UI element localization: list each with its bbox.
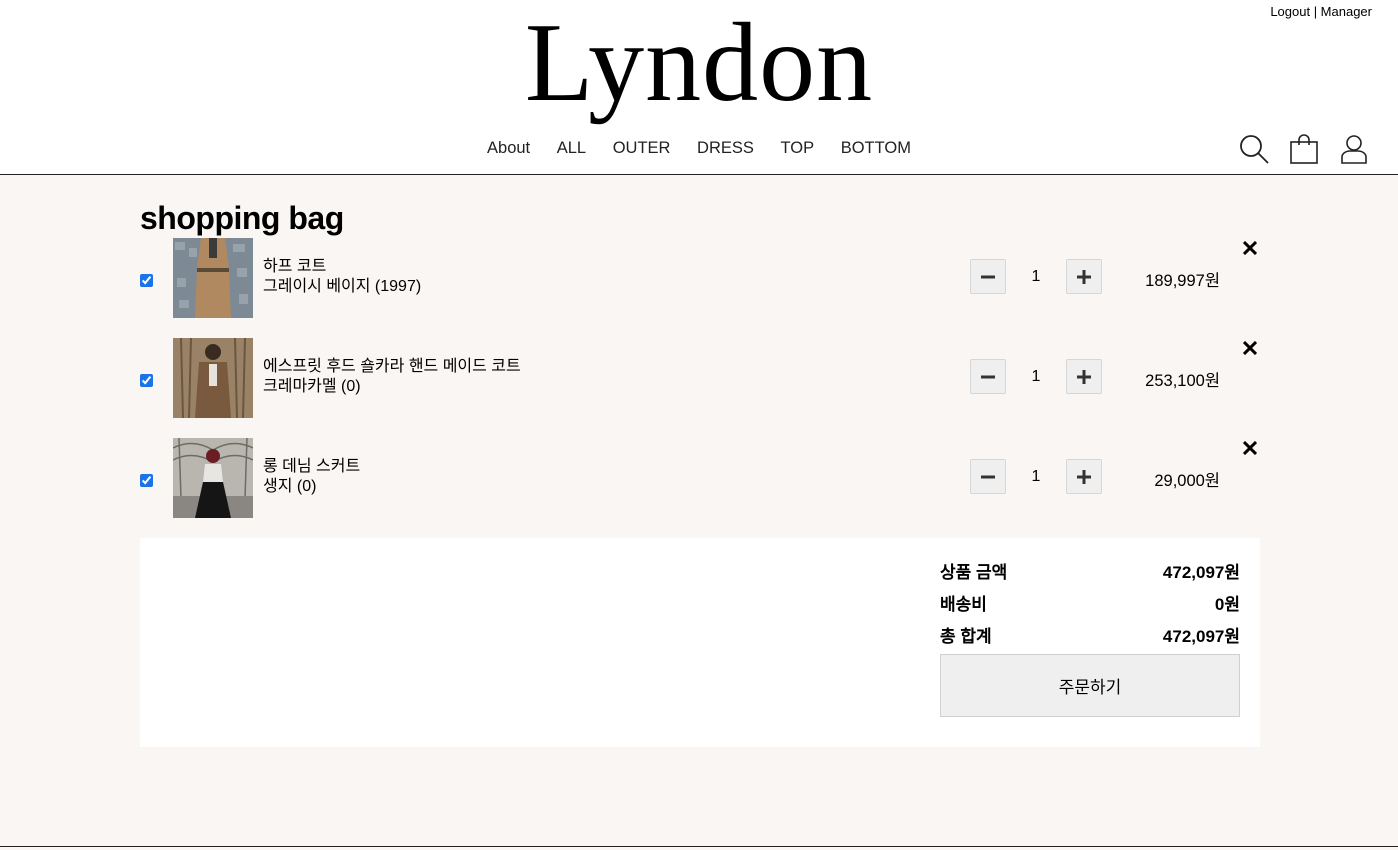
- quantity-increase-button[interactable]: [1066, 459, 1102, 494]
- nav-all[interactable]: ALL: [557, 139, 586, 158]
- quantity-decrease-button[interactable]: [970, 459, 1006, 494]
- nav-bottom[interactable]: BOTTOM: [841, 139, 911, 158]
- product-name[interactable]: 롱 데님 스커트: [263, 457, 360, 477]
- product-thumbnail[interactable]: [173, 438, 253, 518]
- cart-item: 하프 코트 그레이시 베이지 (1997) 1 189,997원: [140, 238, 1260, 318]
- header-icons: [1238, 132, 1370, 166]
- product-thumbnail[interactable]: [173, 338, 253, 418]
- item-checkbox[interactable]: [140, 372, 153, 387]
- product-option: 생지 (0): [263, 478, 317, 495]
- item-price: 189,997원: [1145, 272, 1220, 290]
- cart-item: 에스프릿 후드 숄카라 핸드 메이드 코트 크레마카멜 (0) 1 253,10…: [140, 338, 1260, 418]
- main-nav: About ALL OUTER DRESS TOP BOTTOM: [0, 139, 1398, 158]
- item-price: 253,100원: [1145, 372, 1220, 390]
- nav-about[interactable]: About: [487, 139, 530, 158]
- footer-divider: [0, 846, 1398, 847]
- product-name[interactable]: 하프 코트: [263, 257, 421, 277]
- quantity-value: 1: [1031, 368, 1041, 385]
- quantity-decrease-button[interactable]: [970, 259, 1006, 294]
- product-info: 에스프릿 후드 숄카라 핸드 메이드 코트 크레마카멜 (0): [263, 357, 521, 397]
- remove-item-icon[interactable]: [1240, 438, 1260, 458]
- total-label: 총 합계: [940, 627, 992, 646]
- cart-item: 롱 데님 스커트 생지 (0) 1 29,000원: [140, 438, 1260, 518]
- remove-item-icon[interactable]: [1240, 238, 1260, 258]
- search-icon[interactable]: [1238, 132, 1270, 166]
- item-price: 29,000원: [1154, 472, 1220, 490]
- item-checkbox[interactable]: [140, 272, 153, 287]
- subtotal-label: 상품 금액: [940, 563, 1008, 582]
- quantity-value: 1: [1031, 468, 1041, 485]
- nav-outer[interactable]: OUTER: [613, 139, 671, 158]
- nav-dress[interactable]: DRESS: [697, 139, 754, 158]
- product-info: 하프 코트 그레이시 베이지 (1997): [263, 257, 421, 297]
- site-logo[interactable]: Lyndon: [0, 0, 1398, 130]
- shopping-bag-icon[interactable]: [1288, 132, 1320, 166]
- total-value: 472,097원: [1162, 627, 1240, 646]
- shipping-label: 배송비: [940, 595, 987, 614]
- product-thumbnail[interactable]: [173, 238, 253, 318]
- quantity-increase-button[interactable]: [1066, 259, 1102, 294]
- quantity-increase-button[interactable]: [1066, 359, 1102, 394]
- user-icon[interactable]: [1338, 132, 1370, 166]
- product-option: 그레이시 베이지 (1997): [263, 278, 422, 295]
- order-button[interactable]: 주문하기: [940, 654, 1240, 717]
- shipping-value: 0원: [1214, 595, 1240, 614]
- subtotal-value: 472,097원: [1162, 563, 1240, 582]
- order-summary: 상품 금액 472,097원 배송비 0원 총 합계 472,097원 주문하기: [140, 538, 1260, 747]
- product-option: 크레마카멜 (0): [263, 378, 361, 395]
- product-info: 롱 데님 스커트 생지 (0): [263, 457, 360, 497]
- nav-top[interactable]: TOP: [780, 139, 814, 158]
- site-header: Logout | Manager Lyndon About ALL OUTER …: [0, 0, 1398, 175]
- page-title: shopping bag: [140, 200, 344, 236]
- remove-item-icon[interactable]: [1240, 338, 1260, 358]
- quantity-decrease-button[interactable]: [970, 359, 1006, 394]
- quantity-value: 1: [1031, 268, 1041, 285]
- product-name[interactable]: 에스프릿 후드 숄카라 핸드 메이드 코트: [263, 357, 521, 377]
- item-checkbox[interactable]: [140, 472, 153, 487]
